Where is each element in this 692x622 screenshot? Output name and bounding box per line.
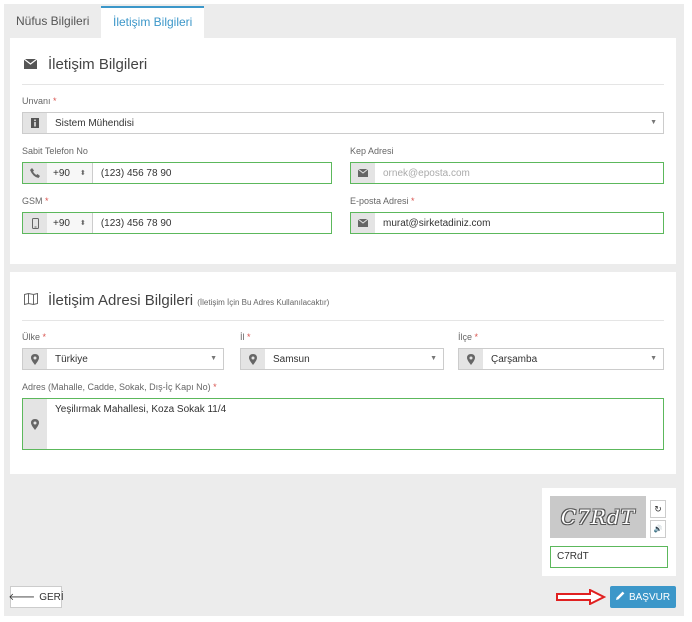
captcha-image: C7RdT [550,496,646,538]
envelope-icon [351,163,375,183]
apply-button[interactable]: BAŞVUR [610,586,676,608]
envelope-icon [351,213,375,233]
captcha-input[interactable]: C7RdT [550,546,668,568]
city-label: İl * [240,332,251,342]
phone-input[interactable]: (123) 456 78 90 [93,168,172,179]
contact-info-panel: İletişim Bilgileri Unvanı * Sistem Mühen… [10,38,676,264]
email-input[interactable]: murat@sirketadiniz.com [375,218,490,229]
arrow-left-icon: 🡐 [8,592,36,603]
phone-label: Sabit Telefon No [22,146,88,156]
pencil-icon [615,591,625,603]
email-label: E-posta Adresi * [350,196,415,206]
info-icon [23,113,47,133]
contact-info-heading: İletişim Bilgileri [23,56,147,73]
divider [22,84,664,85]
address-textarea[interactable]: Yeşilırmak Mahallesi, Koza Sokak 11/4 [47,399,226,449]
envelope-icon [23,57,42,72]
country-select[interactable]: Türkiye ▼ [22,348,224,370]
phone-country-code-select[interactable]: +90 ⬍ [47,163,93,183]
tab-bar: Nüfus Bilgileri İletişim Bilgileri [4,4,684,38]
address-textarea-group[interactable]: Yeşilırmak Mahallesi, Koza Sokak 11/4 [22,398,664,450]
gsm-input[interactable]: (123) 456 78 90 [93,218,172,229]
city-select[interactable]: Samsun ▼ [240,348,444,370]
map-marker-icon [23,349,47,369]
captcha-box: C7RdT ↻ 🔊 C7RdT [542,488,676,576]
chevron-down-icon: ▼ [650,119,657,126]
address-heading: İletişim Adresi Bilgileri (İletişim İçin… [24,292,329,309]
updown-icon: ⬍ [79,220,86,227]
tab-iletisim-bilgileri[interactable]: İletişim Bilgileri [101,6,205,38]
kep-input-group[interactable]: ornek@eposta.com [350,162,664,184]
phone-input-group[interactable]: +90 ⬍ (123) 456 78 90 [22,162,332,184]
address-panel: İletişim Adresi Bilgileri (İletişim İçin… [10,272,676,474]
phone-icon [23,163,47,183]
title-label: Unvanı * [22,96,57,106]
email-input-group[interactable]: murat@sirketadiniz.com [350,212,664,234]
updown-icon: ⬍ [79,170,86,177]
chevron-down-icon: ▼ [650,355,657,362]
kep-input[interactable]: ornek@eposta.com [375,168,470,179]
title-select[interactable]: Sistem Mühendisi ▼ [22,112,664,134]
gsm-label: GSM * [22,196,49,206]
form-container: Nüfus Bilgileri İletişim Bilgileri İleti… [4,4,684,616]
district-select[interactable]: Çarşamba ▼ [458,348,664,370]
map-marker-icon [241,349,265,369]
back-button[interactable]: 🡐 GERİ [8,586,64,608]
mobile-icon [23,213,47,233]
refresh-icon[interactable]: ↻ [650,500,666,518]
arrow-right-icon [556,589,606,605]
tab-nufus-bilgileri[interactable]: Nüfus Bilgileri [4,6,101,38]
map-marker-icon [459,349,483,369]
address-label: Adres (Mahalle, Cadde, Sokak, Dış-İç Kap… [22,382,217,392]
chevron-down-icon: ▼ [430,355,437,362]
gsm-input-group[interactable]: +90 ⬍ (123) 456 78 90 [22,212,332,234]
divider [22,320,664,321]
district-label: İlçe * [458,332,479,342]
audio-icon[interactable]: 🔊 [650,520,666,538]
map-marker-icon [23,399,47,449]
country-label: Ülke * [22,332,47,342]
map-icon [24,292,42,308]
gsm-country-code-select[interactable]: +90 ⬍ [47,213,93,233]
chevron-down-icon: ▼ [210,355,217,362]
kep-label: Kep Adresi [350,146,394,156]
